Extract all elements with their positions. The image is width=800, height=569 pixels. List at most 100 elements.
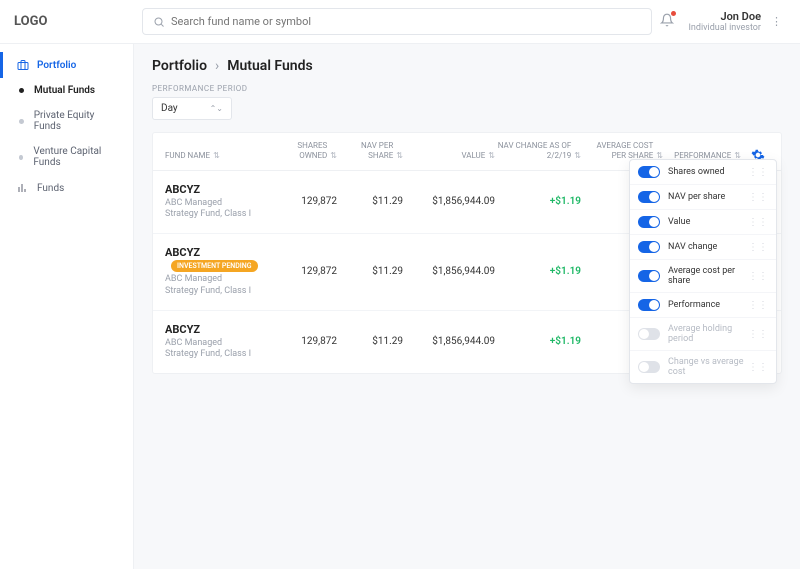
- toggle-label: NAV per share: [668, 192, 725, 202]
- sort-icon: ⇅: [330, 151, 337, 161]
- status-badge: INVESTMENT PENDING: [171, 260, 258, 272]
- chevron-right-icon: ›: [215, 58, 219, 74]
- column-toggle-item[interactable]: Average holding period⋮⋮: [630, 318, 776, 351]
- cell-nav: $11.29: [337, 336, 403, 347]
- sidebar-item-mutual-funds[interactable]: Mutual Funds: [0, 78, 133, 103]
- cell-nav: $11.29: [337, 196, 403, 207]
- cell-value: $1,856,944.09: [403, 196, 495, 207]
- toggle-switch[interactable]: [638, 166, 660, 178]
- column-toggle-item[interactable]: NAV change ⋮⋮: [630, 235, 776, 260]
- cell-fund: ABCYZ ABC ManagedStrategy Fund, Class I: [165, 183, 275, 221]
- cell-change: +$1.19: [495, 266, 581, 277]
- select-caret-icon: ⌃⌄: [210, 104, 223, 113]
- cell-value: $1,856,944.09: [403, 336, 495, 347]
- fund-ticker: ABCYZ: [165, 323, 200, 336]
- sidebar-item-venture-capital[interactable]: Venture Capital Funds: [0, 139, 133, 175]
- toggle-switch[interactable]: [638, 361, 660, 373]
- toggle-label: Shares owned: [668, 167, 725, 177]
- drag-handle-icon[interactable]: ⋮⋮: [748, 192, 768, 203]
- col-fund-name[interactable]: FUND NAME⇅: [165, 151, 275, 161]
- funds-table: FUND NAME⇅ SHARES OWNED⇅ NAV PER SHARE⇅ …: [152, 132, 782, 374]
- cell-fund: ABCYZ ABC ManagedStrategy Fund, Class I: [165, 323, 275, 361]
- col-shares[interactable]: SHARES OWNED⇅: [275, 141, 337, 162]
- breadcrumb-root[interactable]: Portfolio: [152, 58, 207, 74]
- dot-icon: [19, 155, 23, 160]
- notification-dot: [671, 11, 676, 16]
- drag-handle-icon[interactable]: ⋮⋮: [748, 242, 768, 253]
- columns-popover: Shares owned⋮⋮NAV per share⋮⋮Value⋮⋮NAV …: [629, 159, 777, 384]
- sidebar-item-private-equity[interactable]: Private Equity Funds: [0, 103, 133, 139]
- column-toggle-item[interactable]: NAV per share ⋮⋮: [630, 185, 776, 210]
- header: LOGO Jon Doe Individual investor ⋮: [0, 0, 800, 44]
- cell-shares: 129,872: [275, 196, 337, 207]
- sort-icon: ⇅: [396, 151, 403, 161]
- sidebar-item-label: Private Equity Funds: [34, 110, 119, 132]
- drag-handle-icon[interactable]: ⋮⋮: [748, 362, 768, 373]
- cell-fund: ABCYZINVESTMENT PENDING ABC ManagedStrate…: [165, 246, 275, 297]
- briefcase-icon: [17, 59, 29, 71]
- drag-handle-icon[interactable]: ⋮⋮: [748, 217, 768, 228]
- search-box[interactable]: [142, 8, 652, 35]
- fund-subtitle: ABC ManagedStrategy Fund, Class I: [165, 338, 275, 361]
- toggle-switch[interactable]: [638, 191, 660, 203]
- col-nav[interactable]: NAV PER SHARE⇅: [337, 141, 403, 162]
- more-menu-icon[interactable]: ⋮: [767, 15, 786, 28]
- chart-icon: [17, 182, 29, 194]
- col-value[interactable]: VALUE⇅: [403, 151, 495, 161]
- fund-ticker: ABCYZ: [165, 246, 200, 259]
- breadcrumb-current: Mutual Funds: [227, 58, 312, 74]
- fund-subtitle: ABC ManagedStrategy Fund, Class I: [165, 198, 275, 221]
- column-toggle-item[interactable]: Value ⋮⋮: [630, 210, 776, 235]
- toggle-label: Change vs average cost: [668, 357, 748, 377]
- sort-icon: ⇅: [574, 151, 581, 161]
- cell-shares: 129,872: [275, 336, 337, 347]
- toggle-switch[interactable]: [638, 270, 660, 282]
- cell-shares: 129,872: [275, 266, 337, 277]
- sidebar-item-portfolio[interactable]: Portfolio: [0, 52, 133, 78]
- cell-change: +$1.19: [495, 196, 581, 207]
- period-select[interactable]: Day ⌃⌄: [152, 97, 232, 120]
- notifications-button[interactable]: [660, 13, 674, 30]
- logo: LOGO: [14, 14, 134, 29]
- user-name: Jon Doe: [688, 10, 761, 23]
- toggle-label: Average holding period: [668, 324, 748, 344]
- fund-ticker: ABCYZ: [165, 183, 200, 196]
- sidebar-item-label: Funds: [37, 183, 64, 194]
- drag-handle-icon[interactable]: ⋮⋮: [748, 167, 768, 178]
- sidebar: Portfolio Mutual Funds Private Equity Fu…: [0, 44, 134, 569]
- user-role: Individual investor: [688, 23, 761, 33]
- toggle-label: NAV change: [668, 242, 717, 252]
- cell-value: $1,856,944.09: [403, 266, 495, 277]
- toggle-label: Average cost per share: [668, 266, 748, 286]
- toggle-switch[interactable]: [638, 216, 660, 228]
- column-toggle-item[interactable]: Change vs average cost⋮⋮: [630, 351, 776, 383]
- sidebar-item-label: Venture Capital Funds: [33, 146, 119, 168]
- sidebar-item-funds[interactable]: Funds: [0, 175, 133, 201]
- breadcrumb: Portfolio › Mutual Funds: [152, 58, 782, 74]
- toggle-label: Performance: [668, 300, 720, 310]
- drag-handle-icon[interactable]: ⋮⋮: [748, 329, 768, 340]
- dot-icon: [19, 119, 24, 124]
- cell-nav: $11.29: [337, 266, 403, 277]
- sidebar-item-label: Portfolio: [37, 60, 76, 71]
- toggle-switch[interactable]: [638, 328, 660, 340]
- dot-icon: [19, 88, 24, 93]
- column-toggle-item[interactable]: Average cost per share⋮⋮: [630, 260, 776, 293]
- col-change[interactable]: NAV CHANGE AS OF 2/2/19⇅: [495, 141, 581, 162]
- search-input[interactable]: [171, 15, 641, 28]
- period-label: PERFORMANCE PERIOD: [152, 84, 782, 93]
- toggle-switch[interactable]: [638, 299, 660, 311]
- column-toggle-item[interactable]: Performance ⋮⋮: [630, 293, 776, 318]
- user-menu[interactable]: Jon Doe Individual investor: [688, 10, 761, 33]
- toggle-label: Value: [668, 217, 690, 227]
- cell-change: +$1.19: [495, 336, 581, 347]
- drag-handle-icon[interactable]: ⋮⋮: [748, 271, 768, 282]
- fund-subtitle: ABC ManagedStrategy Fund, Class I: [165, 274, 275, 297]
- drag-handle-icon[interactable]: ⋮⋮: [748, 300, 768, 311]
- sort-icon: ⇅: [213, 151, 220, 161]
- toggle-switch[interactable]: [638, 241, 660, 253]
- search-icon: [153, 16, 165, 28]
- column-toggle-item[interactable]: Shares owned ⋮⋮: [630, 160, 776, 185]
- sort-icon: ⇅: [488, 151, 495, 161]
- table-header: FUND NAME⇅ SHARES OWNED⇅ NAV PER SHARE⇅ …: [153, 133, 781, 171]
